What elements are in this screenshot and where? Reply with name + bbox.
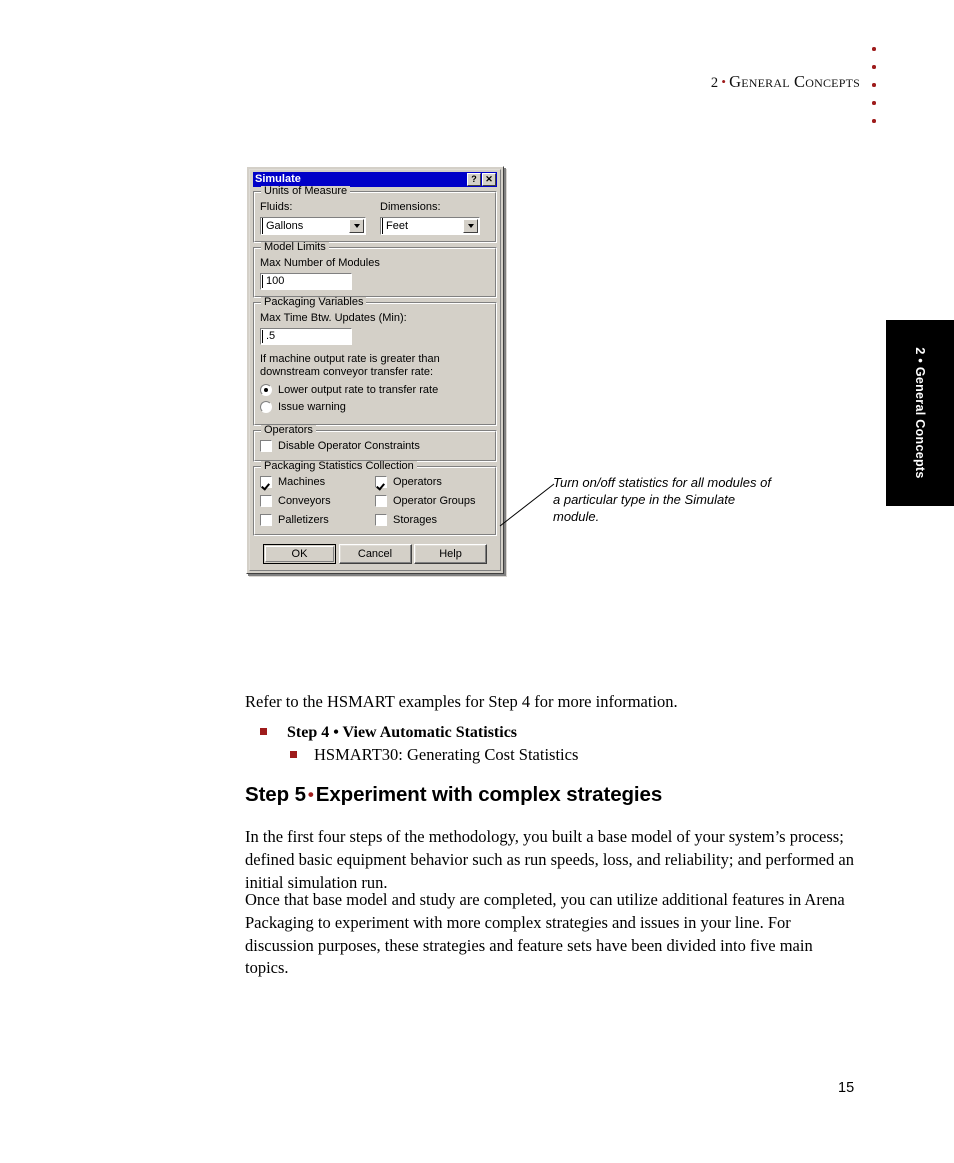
checkbox-icon-unchecked[interactable] <box>260 495 272 507</box>
header-dot-column <box>872 47 882 137</box>
chevron-down-icon[interactable] <box>349 219 364 233</box>
max-time-input[interactable]: .5 <box>260 328 352 345</box>
radio-issue-warning[interactable]: Issue warning <box>260 401 490 413</box>
packaging-statistics-left-column: Machines Conveyors Palletizers <box>260 476 375 528</box>
page-title: Step 5 •Experiment with complex strategie… <box>245 783 662 807</box>
checkbox-storages-label: Storages <box>393 514 438 526</box>
checkbox-disable-operator-constraints[interactable]: Disable Operator Constraints <box>260 440 490 452</box>
bullet-hsmart30-label: HSMART30: Generating Cost Statistics <box>314 745 579 764</box>
max-time-label: Max Time Btw. Updates (Min): <box>260 312 407 324</box>
header-title: General Concepts <box>729 72 860 91</box>
chapter-thumb-tab: 2 • General Concepts <box>886 320 954 506</box>
header-bullet-separator: • <box>721 74 727 89</box>
checkbox-operators-label: Operators <box>393 476 442 488</box>
max-time-value: .5 <box>262 330 351 343</box>
square-bullet-icon <box>290 751 297 758</box>
callout-annotation: Turn on/off statistics for all modules o… <box>553 474 813 525</box>
packaging-variables-group: Packaging Variables Max Time Btw. Update… <box>253 297 497 426</box>
checkbox-icon-unchecked[interactable] <box>260 440 272 452</box>
checkbox-operators[interactable]: Operators <box>375 476 490 488</box>
checkbox-icon-checked[interactable] <box>260 476 272 488</box>
model-limits-group: Model Limits Max Number of Modules 100 <box>253 242 497 298</box>
checkbox-icon-unchecked[interactable] <box>375 514 387 526</box>
step5-heading-post: Experiment with complex strategies <box>315 783 663 806</box>
dialog-inner-frame: Simulate ? ✕ Units of Measure Fluids: Ga… <box>249 169 501 571</box>
radio-icon-unselected[interactable] <box>260 401 272 413</box>
ok-button-label: OK <box>265 546 334 562</box>
cancel-button[interactable]: Cancel <box>338 544 412 564</box>
callout-leader-line <box>499 483 555 527</box>
fluids-combobox[interactable]: Gallons <box>260 217 366 235</box>
paragraph-first-four-steps: In the first four steps of the methodolo… <box>245 827 854 892</box>
checkbox-operator-groups[interactable]: Operator Groups <box>375 495 490 507</box>
header-dot <box>872 101 876 105</box>
output-rate-note-line2: downstream conveyor transfer rate: <box>260 366 434 378</box>
operators-group-title: Operators <box>261 425 316 436</box>
checkbox-disable-operator-constraints-label: Disable Operator Constraints <box>278 440 420 452</box>
dimensions-label: Dimensions: <box>380 201 441 213</box>
dimensions-value: Feet <box>382 218 463 234</box>
radio-lower-output-rate[interactable]: Lower output rate to transfer rate <box>260 384 490 396</box>
header-dot <box>872 65 876 69</box>
chapter-thumb-tab-label: 2 • General Concepts <box>913 347 927 479</box>
checkbox-machines[interactable]: Machines <box>260 476 375 488</box>
packaging-variables-group-title: Packaging Variables <box>261 297 367 308</box>
callout-line-1: Turn on/off statistics for all modules o… <box>553 475 771 490</box>
packaging-statistics-group-title: Packaging Statistics Collection <box>261 461 417 472</box>
checkbox-storages[interactable]: Storages <box>375 514 490 526</box>
close-icon[interactable]: ✕ <box>482 173 496 186</box>
checkbox-palletizers[interactable]: Palletizers <box>260 514 375 526</box>
checkbox-icon-unchecked[interactable] <box>375 495 387 507</box>
output-rate-note: If machine output rate is greater than d… <box>260 353 490 379</box>
paragraph-base-model: Once that base model and study are compl… <box>245 890 845 978</box>
packaging-statistics-right-column: Operators Operator Groups Storages <box>375 476 490 528</box>
radio-lower-output-rate-label: Lower output rate to transfer rate <box>278 384 439 396</box>
checkbox-operator-groups-label: Operator Groups <box>393 495 476 507</box>
packaging-statistics-group: Packaging Statistics Collection Machines… <box>253 461 497 536</box>
checkbox-icon-checked[interactable] <box>375 476 387 488</box>
max-modules-label: Max Number of Modules <box>260 257 380 269</box>
radio-icon-selected[interactable] <box>260 384 272 396</box>
bullet-step4: Step 4 • View Automatic Statistics <box>245 724 860 742</box>
running-header: 2 • General Concepts <box>0 72 860 92</box>
square-bullet-icon <box>260 728 267 735</box>
radio-issue-warning-label: Issue warning <box>278 401 346 413</box>
header-chapter-number: 2 <box>710 75 719 91</box>
max-modules-value: 100 <box>262 275 351 288</box>
chevron-down-icon[interactable] <box>463 219 478 233</box>
units-of-measure-group: Units of Measure Fluids: Gallons Dimensi… <box>253 186 497 243</box>
help-button[interactable]: Help <box>414 544 487 564</box>
bullet-hsmart30: HSMART30: Generating Cost Statistics <box>245 745 860 765</box>
checkbox-conveyors[interactable]: Conveyors <box>260 495 375 507</box>
bullet-step4-label: Step 4 • View Automatic Statistics <box>287 724 518 741</box>
dialog-button-row: OK Cancel Help <box>253 540 497 566</box>
output-rate-note-line1: If machine output rate is greater than <box>260 353 440 365</box>
checkbox-machines-label: Machines <box>278 476 326 488</box>
operators-group: Operators Disable Operator Constraints <box>253 425 497 462</box>
header-dot <box>872 47 876 51</box>
paragraph-refer-hsmart: Refer to the HSMART examples for Step 4 … <box>245 692 678 711</box>
heading-bullet-separator: • <box>307 785 314 804</box>
checkbox-conveyors-label: Conveyors <box>278 495 331 507</box>
checkbox-palletizers-label: Palletizers <box>278 514 329 526</box>
callout-line-2: a particular type in the Simulate <box>553 492 736 507</box>
help-icon[interactable]: ? <box>467 173 481 186</box>
fluids-value: Gallons <box>262 218 349 234</box>
simulate-dialog: Simulate ? ✕ Units of Measure Fluids: Ga… <box>246 166 504 574</box>
max-modules-input[interactable]: 100 <box>260 273 352 290</box>
callout-line-3: module. <box>553 509 600 524</box>
header-dot <box>872 83 876 87</box>
checkbox-icon-unchecked[interactable] <box>260 514 272 526</box>
page-number: 15 <box>838 1080 855 1096</box>
units-of-measure-group-title: Units of Measure <box>261 186 351 197</box>
dimensions-combobox[interactable]: Feet <box>380 217 480 235</box>
ok-button[interactable]: OK <box>263 544 336 564</box>
step5-heading-pre: Step 5 <box>245 783 306 806</box>
model-limits-group-title: Model Limits <box>261 242 329 253</box>
fluids-label: Fluids: <box>260 201 293 213</box>
header-dot <box>872 119 876 123</box>
